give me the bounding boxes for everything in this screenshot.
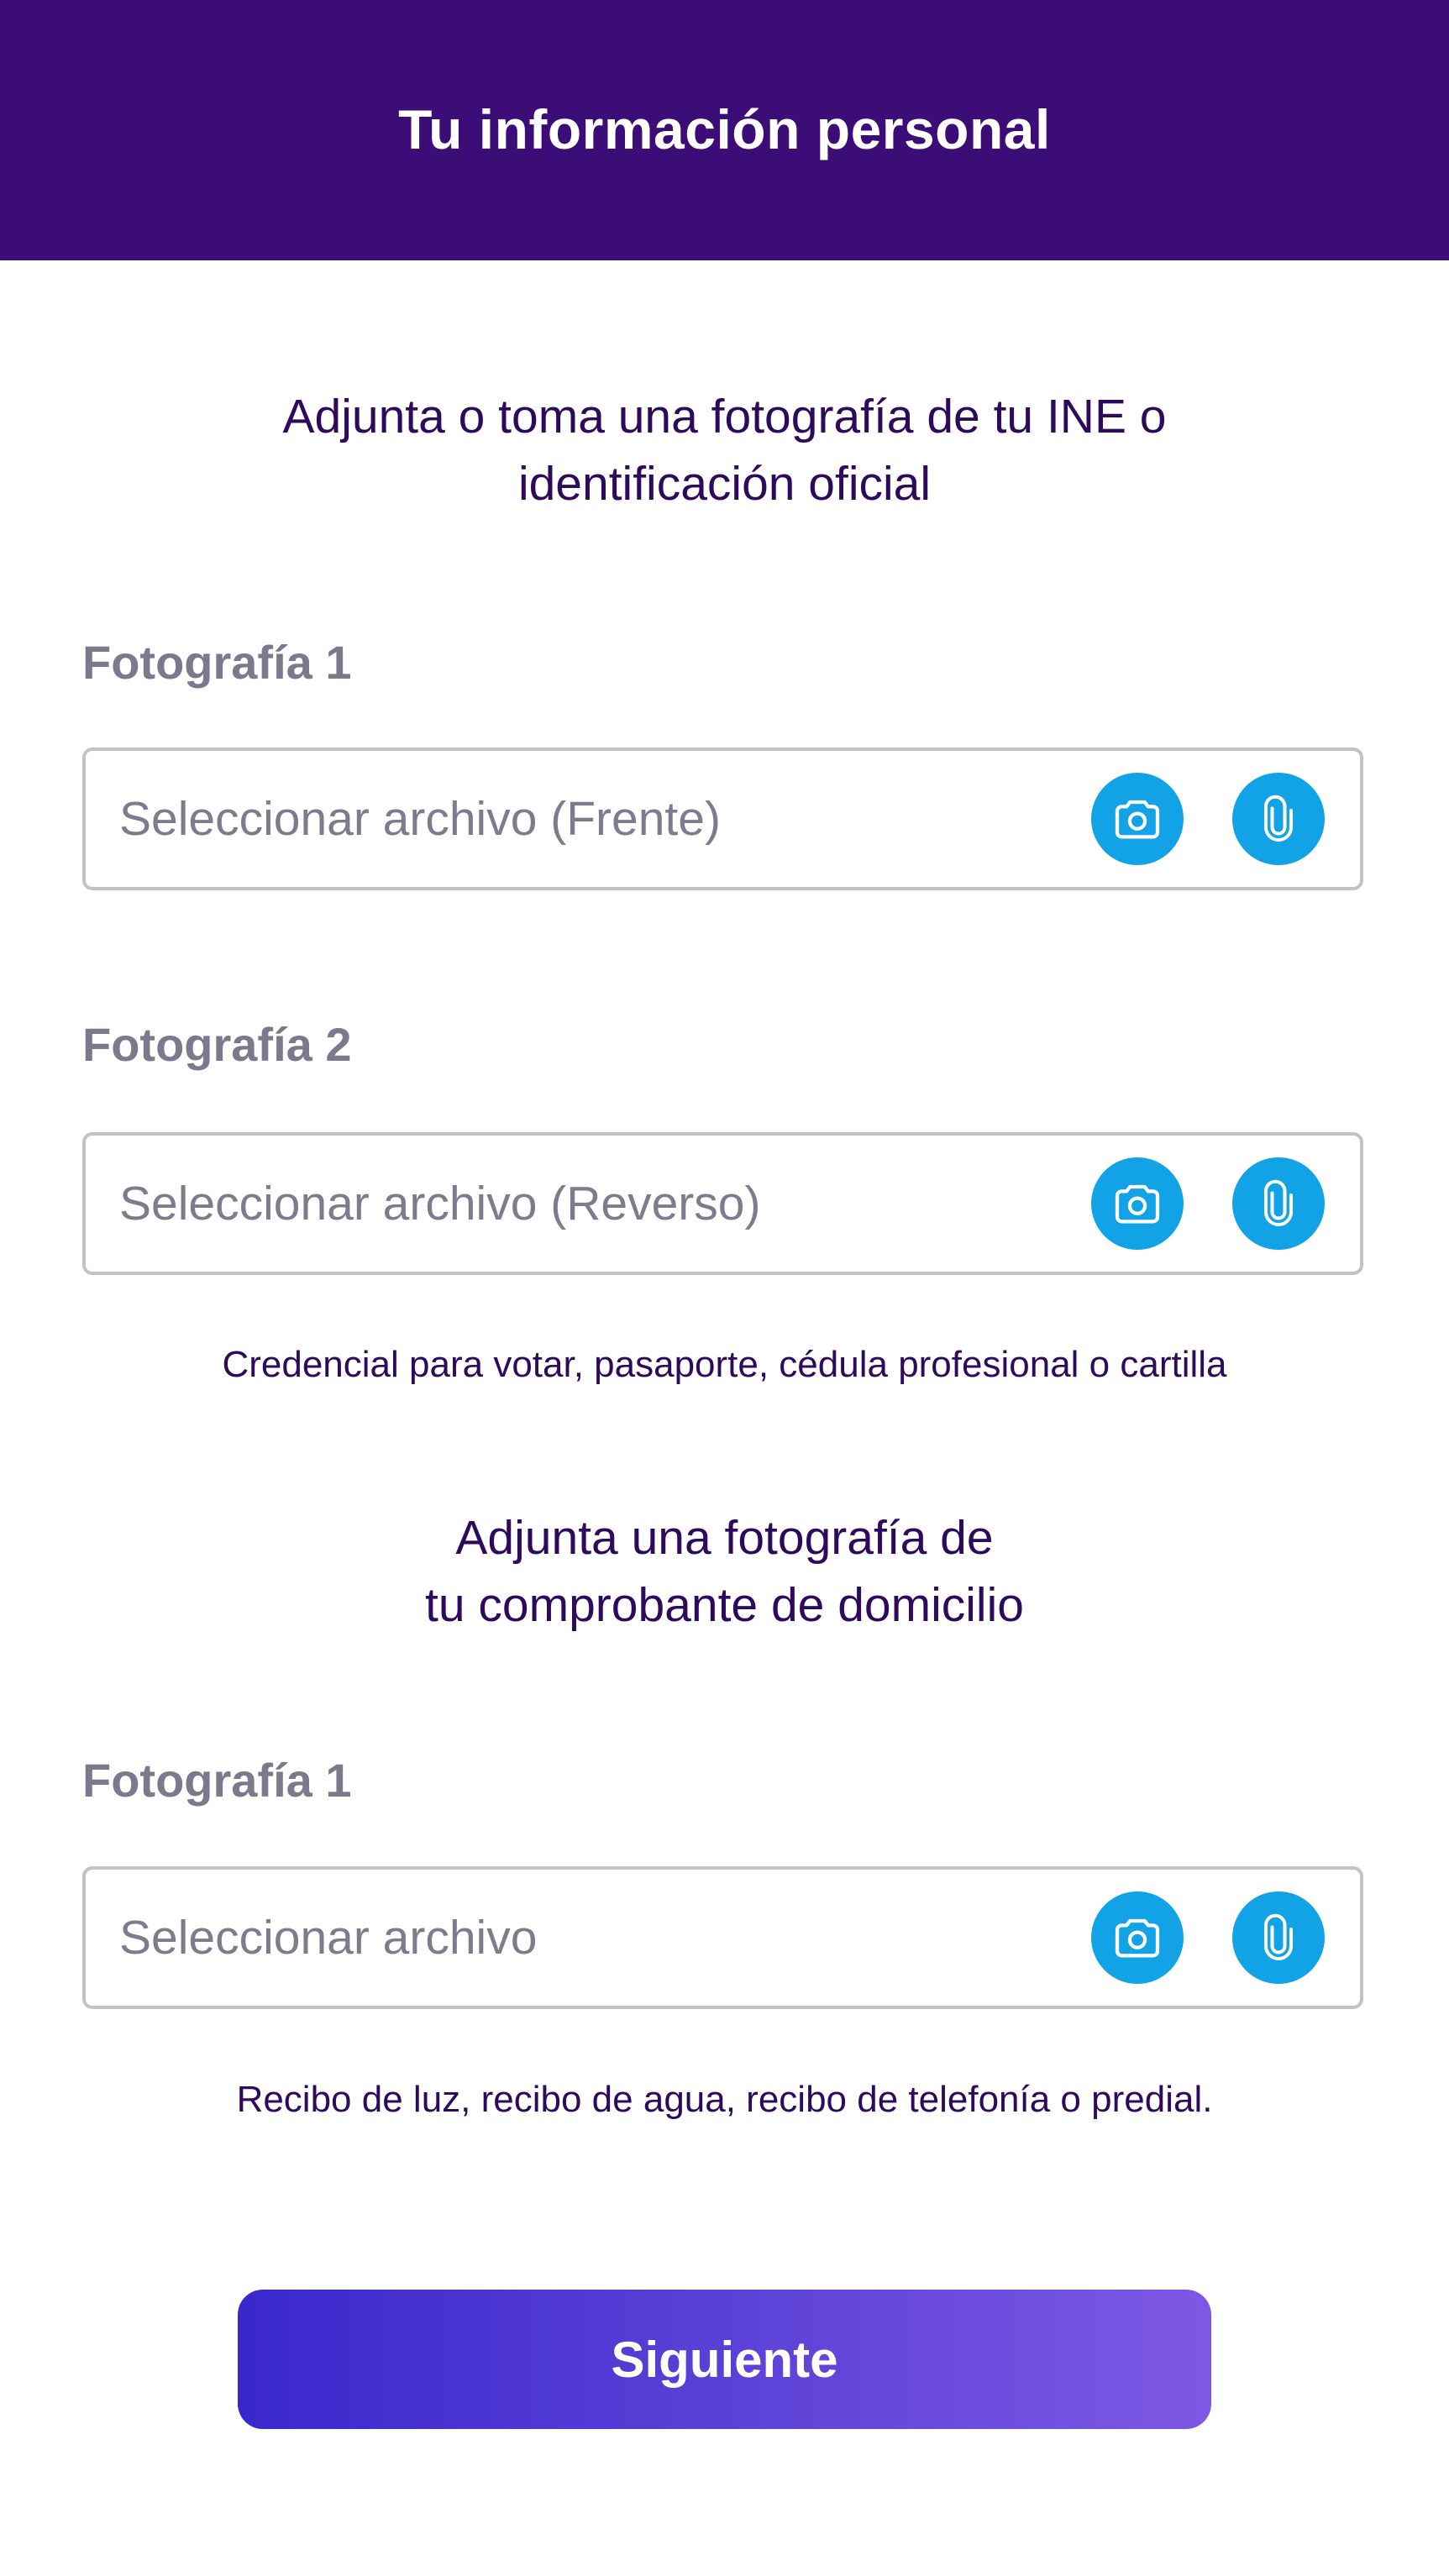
camera-icon [1115, 1184, 1160, 1224]
address-section-title-line1: Adjunta una fotografía de [455, 1511, 994, 1565]
id-helper-text: Credencial para votar, pasaporte, cédula… [222, 1344, 1227, 1385]
paperclip-icon [1264, 795, 1293, 842]
page-title: Tu información personal [398, 98, 1051, 160]
id-section-title: Adjunta o toma una fotografía de tu INE … [0, 383, 1449, 517]
id-photo-1-file-field[interactable]: Seleccionar archivo (Frente) [82, 748, 1363, 890]
id-photo-1-camera-button[interactable] [1091, 773, 1184, 865]
next-button[interactable]: Siguiente [238, 2290, 1211, 2429]
id-photo-2-file-field[interactable]: Seleccionar archivo (Reverso) [82, 1132, 1363, 1275]
id-photo-2-camera-button[interactable] [1091, 1157, 1184, 1250]
id-photo-1-attach-button[interactable] [1232, 773, 1325, 865]
paperclip-icon [1264, 1179, 1293, 1226]
address-photo-1-placeholder: Seleccionar archivo [119, 1911, 538, 1965]
address-photo-1-file-field[interactable]: Seleccionar archivo [82, 1866, 1363, 2009]
id-section-title-line2: identificación oficial [517, 457, 932, 511]
address-section-title: Adjunta una fotografía de tu comprobante… [0, 1504, 1449, 1639]
id-photo-2-attach-button[interactable] [1232, 1157, 1325, 1250]
paperclip-icon [1264, 1913, 1293, 1960]
address-photo-1-label: Fotografía 1 [82, 1754, 352, 1807]
camera-icon [1115, 1918, 1160, 1958]
address-section-title-line2: tu comprobante de domicilio [425, 1578, 1024, 1632]
id-photo-1-label: Fotografía 1 [82, 636, 352, 689]
id-photo-1-placeholder: Seleccionar archivo (Frente) [119, 792, 721, 846]
camera-icon [1115, 800, 1160, 839]
app-header: Tu información personal [0, 0, 1449, 260]
id-photo-2-placeholder: Seleccionar archivo (Reverso) [119, 1177, 761, 1230]
address-photo-1-camera-button[interactable] [1091, 1891, 1184, 1984]
id-section-title-line1: Adjunta o toma una fotografía de tu INE … [282, 390, 1167, 443]
address-helper-text: Recibo de luz, recibo de agua, recibo de… [236, 2079, 1213, 2120]
address-photo-1-attach-button[interactable] [1232, 1891, 1325, 1984]
next-button-label: Siguiente [611, 2331, 838, 2388]
id-photo-2-label: Fotografía 2 [82, 1018, 352, 1071]
